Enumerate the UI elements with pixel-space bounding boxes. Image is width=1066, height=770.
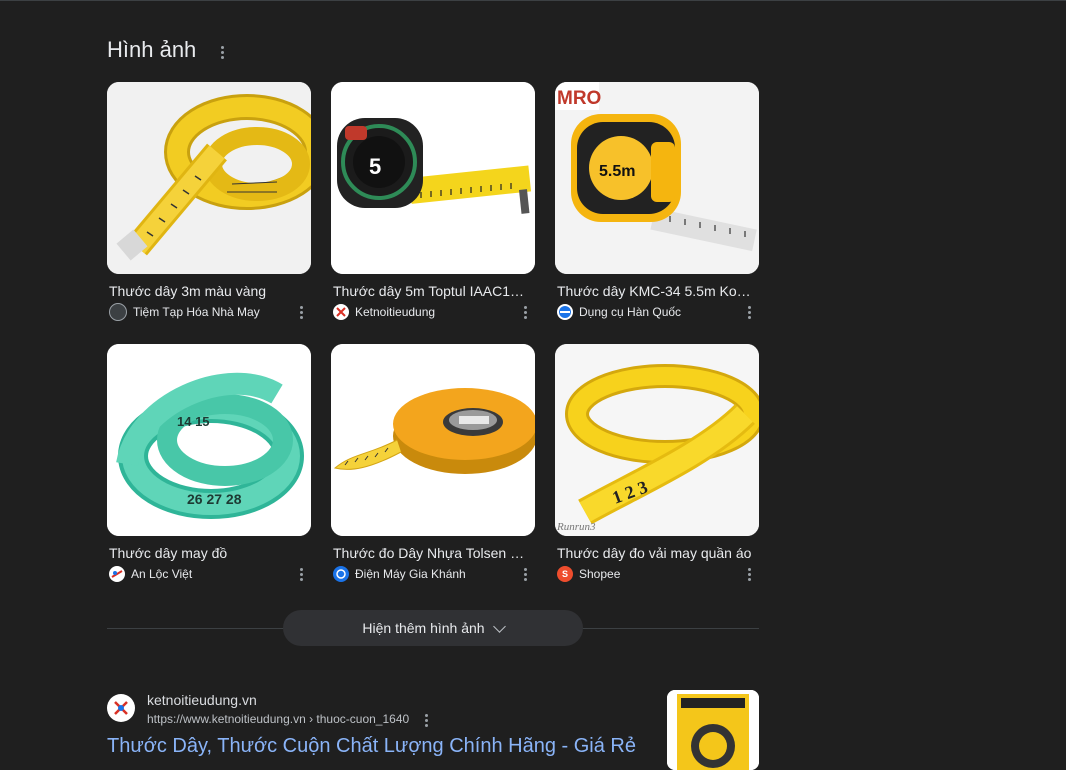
result-thumbnail[interactable]	[667, 690, 759, 770]
source-favicon-icon	[557, 304, 573, 320]
more-options-icon[interactable]	[739, 300, 759, 324]
result-url[interactable]: https://www.ketnoitieudung.vn › thuoc-cu…	[147, 712, 409, 726]
image-thumbnail[interactable]: MRO 5.5m	[555, 82, 759, 274]
svg-text:5.5m: 5.5m	[599, 163, 635, 180]
source-name[interactable]: Shopee	[579, 567, 729, 581]
source-name[interactable]: Dụng cụ Hàn Quốc	[579, 305, 729, 319]
image-thumbnail[interactable]	[331, 344, 535, 536]
top-divider	[0, 0, 1066, 1]
image-thumbnail[interactable]: 1 2 3 Runrun3	[555, 344, 759, 536]
svg-text:5: 5	[369, 154, 381, 179]
source-favicon-icon	[109, 566, 125, 582]
more-options-icon[interactable]	[291, 562, 311, 586]
image-source[interactable]: Điện Máy Gia Khánh	[333, 565, 535, 583]
image-card[interactable]: Thước đo Dây Nhựa Tolsen 30m Điện Máy Gi…	[331, 344, 535, 594]
source-favicon-icon	[109, 303, 127, 321]
show-more-images-button[interactable]: Hiện thêm hình ảnh	[283, 610, 583, 646]
image-caption[interactable]: Thước dây 3m màu vàng	[109, 283, 307, 299]
image-card[interactable]: 1 2 3 Runrun3 Thước dây đo vải may quần …	[555, 344, 759, 594]
image-card[interactable]: 26 27 28 14 15 Thước dây may đồ An Lộc V…	[107, 344, 311, 594]
image-thumbnail[interactable]: 5	[331, 82, 535, 274]
svg-text:14 15: 14 15	[177, 414, 210, 429]
images-section-header: Hình ảnh	[107, 36, 232, 64]
image-source[interactable]: Ketnoitieudung	[333, 303, 535, 321]
image-card[interactable]: MRO 5.5m Thước dây KMC-34 5.5m Komelon D…	[555, 82, 759, 332]
image-source[interactable]: Dụng cụ Hàn Quốc	[557, 303, 759, 321]
image-thumbnail[interactable]: 26 27 28 14 15	[107, 344, 311, 536]
more-options-icon[interactable]	[291, 300, 311, 324]
show-more-label: Hiện thêm hình ảnh	[362, 620, 485, 636]
source-name[interactable]: An Lộc Việt	[131, 567, 281, 581]
result-site-name[interactable]: ketnoitieudung.vn	[147, 692, 257, 708]
site-favicon-icon[interactable]	[107, 694, 135, 722]
image-source[interactable]: S Shopee	[557, 565, 759, 583]
chevron-down-icon	[492, 619, 506, 633]
more-options-icon[interactable]	[416, 708, 436, 732]
image-source[interactable]: Tiệm Tạp Hóa Nhà May	[109, 303, 311, 321]
brand-badge-text: MRO	[557, 88, 601, 109]
image-card[interactable]: 5 Thước dây 5m Toptul IAAC1905 ... Ketno…	[331, 82, 535, 332]
more-options-icon[interactable]	[212, 40, 232, 64]
section-title: Hình ảnh	[107, 37, 197, 62]
show-more-images: Hiện thêm hình ảnh	[107, 610, 759, 646]
image-thumbnail[interactable]	[107, 82, 311, 274]
image-caption[interactable]: Thước dây 5m Toptul IAAC1905 ...	[333, 283, 531, 299]
image-caption[interactable]: Thước dây KMC-34 5.5m Komelon	[557, 283, 755, 299]
svg-text:26 27 28: 26 27 28	[187, 491, 242, 507]
source-favicon-icon	[333, 304, 349, 320]
watermark-text: Runrun3	[556, 521, 596, 533]
source-name[interactable]: Điện Máy Gia Khánh	[355, 567, 505, 581]
source-favicon-icon	[333, 566, 349, 582]
more-options-icon[interactable]	[739, 562, 759, 586]
image-caption[interactable]: Thước đo Dây Nhựa Tolsen 30m	[333, 545, 531, 561]
result-title-link[interactable]: Thước Dây, Thước Cuộn Chất Lượng Chính H…	[107, 735, 636, 758]
more-options-icon[interactable]	[515, 562, 535, 586]
more-options-icon[interactable]	[515, 300, 535, 324]
image-caption[interactable]: Thước dây may đồ	[109, 545, 307, 561]
image-caption[interactable]: Thước dây đo vải may quần áo	[557, 545, 755, 561]
source-favicon-icon: S	[557, 566, 573, 582]
image-source[interactable]: An Lộc Việt	[109, 565, 311, 583]
source-name[interactable]: Tiệm Tạp Hóa Nhà May	[133, 305, 283, 319]
source-name[interactable]: Ketnoitieudung	[355, 305, 505, 319]
image-card[interactable]: Thước dây 3m màu vàng Tiệm Tạp Hóa Nhà M…	[107, 82, 311, 332]
